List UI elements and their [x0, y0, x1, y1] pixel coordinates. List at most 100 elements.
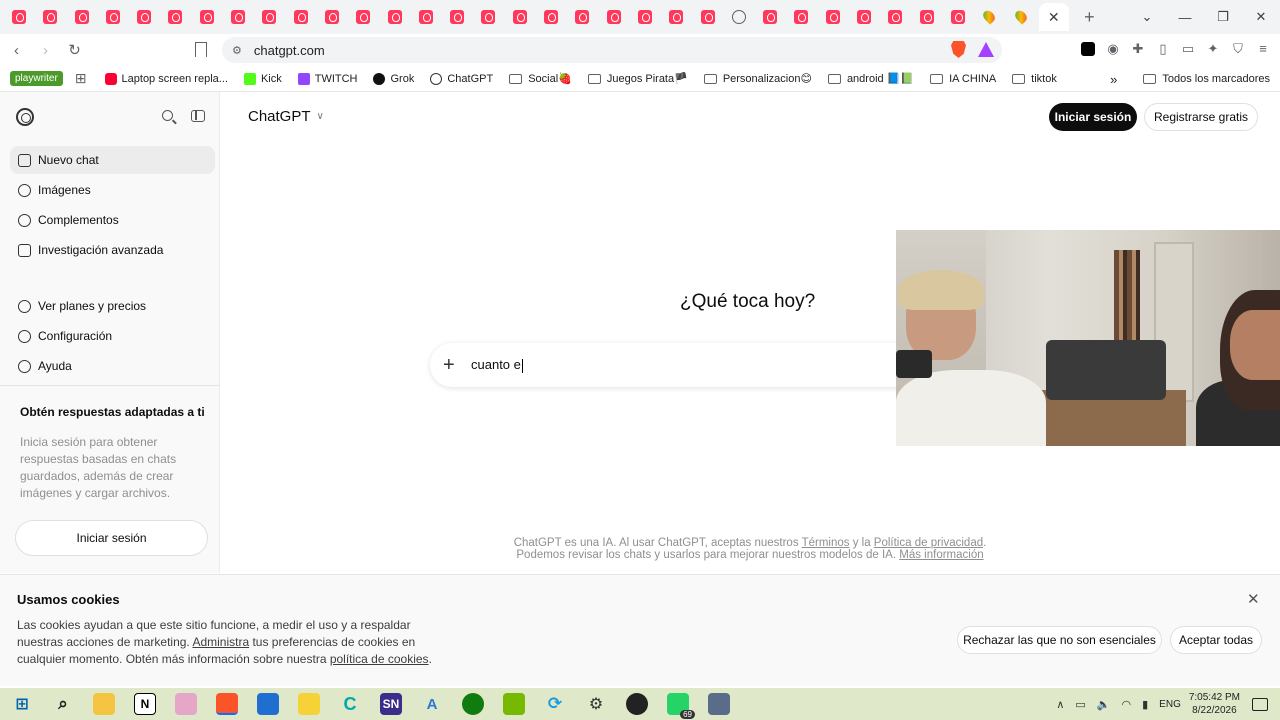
sidebar-item-plans[interactable]: Ver planes y precios: [10, 292, 215, 320]
browser-tab[interactable]: [632, 4, 658, 30]
browser-tab[interactable]: [37, 4, 63, 30]
bookmark-playwriter[interactable]: playwriter: [10, 71, 63, 86]
close-tab-icon[interactable]: ✕: [1048, 9, 1060, 26]
app-a-icon[interactable]: A: [421, 693, 443, 715]
browser-tab[interactable]: [507, 4, 533, 30]
browser-tab[interactable]: [382, 4, 408, 30]
browser-tab[interactable]: [69, 4, 95, 30]
reload-icon[interactable]: ↻: [62, 41, 87, 59]
browser-tab[interactable]: [413, 4, 439, 30]
bookmark-folder-social[interactable]: Social🍓: [509, 72, 572, 85]
menu-icon[interactable]: ≡: [1256, 42, 1270, 56]
forward-icon[interactable]: ›: [33, 42, 58, 59]
browser-tab[interactable]: [820, 4, 846, 30]
accept-cookies-button[interactable]: Aceptar todas: [1170, 626, 1262, 654]
sidebar-item-deep-research[interactable]: Investigación avanzada: [10, 236, 215, 264]
terms-link[interactable]: Términos: [802, 537, 850, 549]
browser-tab[interactable]: [788, 4, 814, 30]
browser-tab[interactable]: [100, 4, 126, 30]
brave-browser-icon[interactable]: [216, 693, 238, 715]
browser-tab[interactable]: [288, 4, 314, 30]
bookmark-folder-juegos[interactable]: Juegos Pirata🏴: [587, 72, 688, 85]
sidebar-item-new-chat[interactable]: Nuevo chat: [10, 146, 215, 174]
browser-tab[interactable]: [256, 4, 282, 30]
browser-tab[interactable]: [695, 4, 721, 30]
brave-rewards-icon[interactable]: [978, 42, 994, 57]
usb-icon[interactable]: ▮: [1142, 698, 1148, 711]
nvidia-icon[interactable]: [503, 693, 525, 715]
obs-icon[interactable]: [626, 693, 648, 715]
apps-grid-icon[interactable]: ⊞: [75, 70, 87, 87]
vpn-icon[interactable]: ⛉: [1231, 42, 1245, 56]
sidebar-item-settings[interactable]: Configuración: [10, 322, 215, 350]
brave-shields-icon[interactable]: [951, 41, 966, 58]
browser-tab[interactable]: [225, 4, 251, 30]
browser-tab[interactable]: [914, 4, 940, 30]
battery-icon[interactable]: ▭: [1075, 698, 1085, 711]
search-icon[interactable]: [162, 110, 173, 121]
bookmark-icon[interactable]: [195, 42, 207, 57]
extensions-icon[interactable]: ✚: [1131, 42, 1145, 56]
volume-icon[interactable]: 🔈: [1097, 698, 1111, 711]
app-c-icon[interactable]: C: [339, 693, 361, 715]
sidebar-item-help[interactable]: Ayuda: [10, 352, 215, 380]
reject-cookies-button[interactable]: Rechazar las que no son esenciales: [957, 626, 1162, 654]
tab-search-icon[interactable]: ⌄: [1128, 9, 1166, 25]
signup-button[interactable]: Registrarse gratis: [1144, 103, 1258, 131]
xbox-icon[interactable]: [462, 693, 484, 715]
browser-tab[interactable]: [882, 4, 908, 30]
browser-tab[interactable]: [945, 4, 971, 30]
plus-icon[interactable]: +: [443, 354, 463, 377]
clock[interactable]: 7:05:42 PM 8/22/2026: [1189, 691, 1240, 717]
browser-tab[interactable]: [194, 4, 220, 30]
privacy-link[interactable]: Política de privacidad: [874, 537, 983, 549]
browser-tab[interactable]: [162, 4, 188, 30]
omnibox[interactable]: ⚙ chatgpt.com: [222, 37, 1002, 63]
browser-tab[interactable]: [976, 4, 1002, 30]
bookmark-chatgpt[interactable]: ChatGPT: [430, 72, 493, 85]
app-cat-icon[interactable]: [175, 693, 197, 715]
browser-tab[interactable]: [444, 4, 470, 30]
sidepanel-icon[interactable]: ▯: [1156, 42, 1170, 56]
back-icon[interactable]: ‹: [4, 42, 29, 59]
browser-tab[interactable]: [6, 4, 32, 30]
extension-x-icon[interactable]: [1081, 42, 1095, 56]
login-button[interactable]: Iniciar sesión: [1049, 103, 1137, 131]
browser-tab[interactable]: [538, 4, 564, 30]
file-explorer-icon[interactable]: [93, 693, 115, 715]
search-icon[interactable]: ⌕: [52, 693, 74, 715]
sidebar-item-images[interactable]: Imágenes: [10, 176, 215, 204]
active-tab[interactable]: ✕: [1038, 3, 1069, 31]
bookmarks-overflow-button[interactable]: »: [1110, 72, 1117, 87]
camera-icon[interactable]: ◉: [1106, 42, 1120, 56]
browser-tab[interactable]: [319, 4, 345, 30]
bookmark-folder-android[interactable]: android 📘📗: [827, 72, 914, 85]
sidebar-login-button[interactable]: Iniciar sesión: [15, 520, 208, 556]
calculator-icon[interactable]: [708, 693, 730, 715]
all-bookmarks-folder[interactable]: Todos los marcadores: [1143, 73, 1270, 85]
notifications-icon[interactable]: [1252, 697, 1268, 711]
notion-icon[interactable]: N: [134, 693, 156, 715]
browser-tab[interactable]: [726, 4, 752, 30]
wallet-icon[interactable]: ▭: [1181, 42, 1195, 56]
sync-icon[interactable]: ⟳: [544, 693, 566, 715]
bookmark-youtube[interactable]: Laptop screen repla...: [104, 72, 228, 85]
maximize-icon[interactable]: ❐: [1204, 9, 1242, 25]
browser-tab[interactable]: [475, 4, 501, 30]
manage-cookies-link[interactable]: Administra: [192, 635, 249, 649]
windows-start-icon[interactable]: ⊞: [11, 693, 33, 715]
store-icon[interactable]: [257, 693, 279, 715]
browser-tab[interactable]: [851, 4, 877, 30]
leo-ai-icon[interactable]: ✦: [1206, 42, 1220, 56]
new-tab-icon[interactable]: +: [1084, 7, 1095, 28]
sticky-notes-icon[interactable]: [298, 693, 320, 715]
browser-tab[interactable]: [350, 4, 376, 30]
sidebar-item-apps[interactable]: Complementos: [10, 206, 215, 234]
language-indicator[interactable]: ENG: [1159, 699, 1181, 710]
chat-input[interactable]: cuanto e: [471, 357, 523, 373]
close-sidebar-icon[interactable]: [191, 110, 205, 122]
site-info-icon[interactable]: ⚙: [232, 44, 242, 57]
browser-tab[interactable]: [131, 4, 157, 30]
wifi-icon[interactable]: ◠: [1122, 698, 1132, 711]
bookmark-folder-ia-china[interactable]: IA CHINA: [930, 73, 996, 85]
